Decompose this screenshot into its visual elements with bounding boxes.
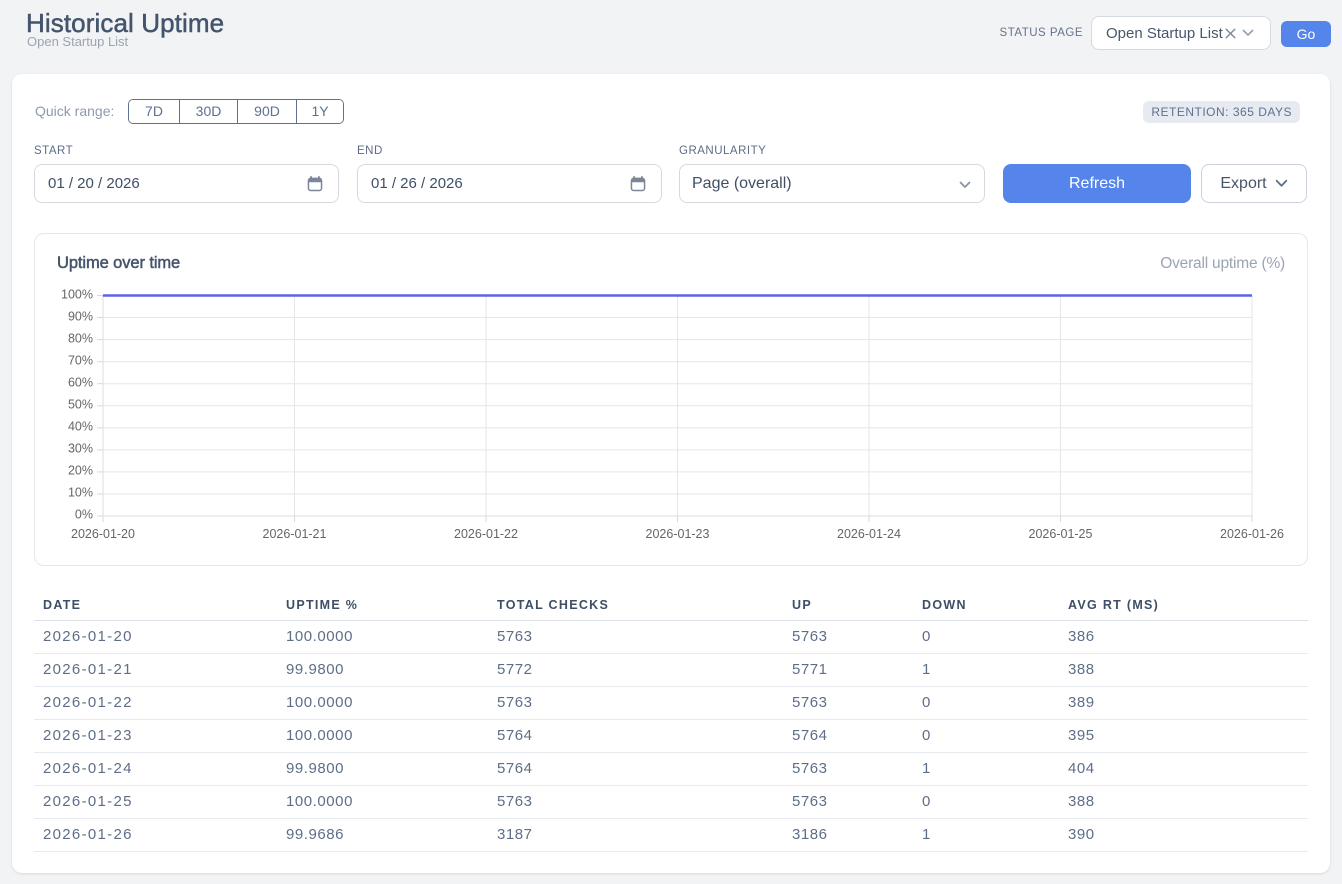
svg-text:2026-01-26: 2026-01-26 [1220,527,1284,541]
svg-text:40%: 40% [68,420,93,434]
svg-text:2026-01-25: 2026-01-25 [1029,527,1093,541]
svg-text:2026-01-22: 2026-01-22 [454,527,518,541]
svg-text:2026-01-20: 2026-01-20 [71,527,135,541]
svg-text:20%: 20% [68,464,93,478]
svg-text:80%: 80% [68,332,93,346]
svg-text:70%: 70% [68,354,93,368]
svg-text:90%: 90% [68,310,93,324]
svg-text:2026-01-24: 2026-01-24 [837,527,901,541]
svg-text:2026-01-23: 2026-01-23 [646,527,710,541]
svg-text:100%: 100% [61,288,93,302]
svg-text:0%: 0% [75,508,93,522]
svg-text:30%: 30% [68,442,93,456]
svg-text:50%: 50% [68,398,93,412]
svg-text:60%: 60% [68,376,93,390]
svg-text:10%: 10% [68,486,93,500]
svg-text:2026-01-21: 2026-01-21 [263,527,327,541]
